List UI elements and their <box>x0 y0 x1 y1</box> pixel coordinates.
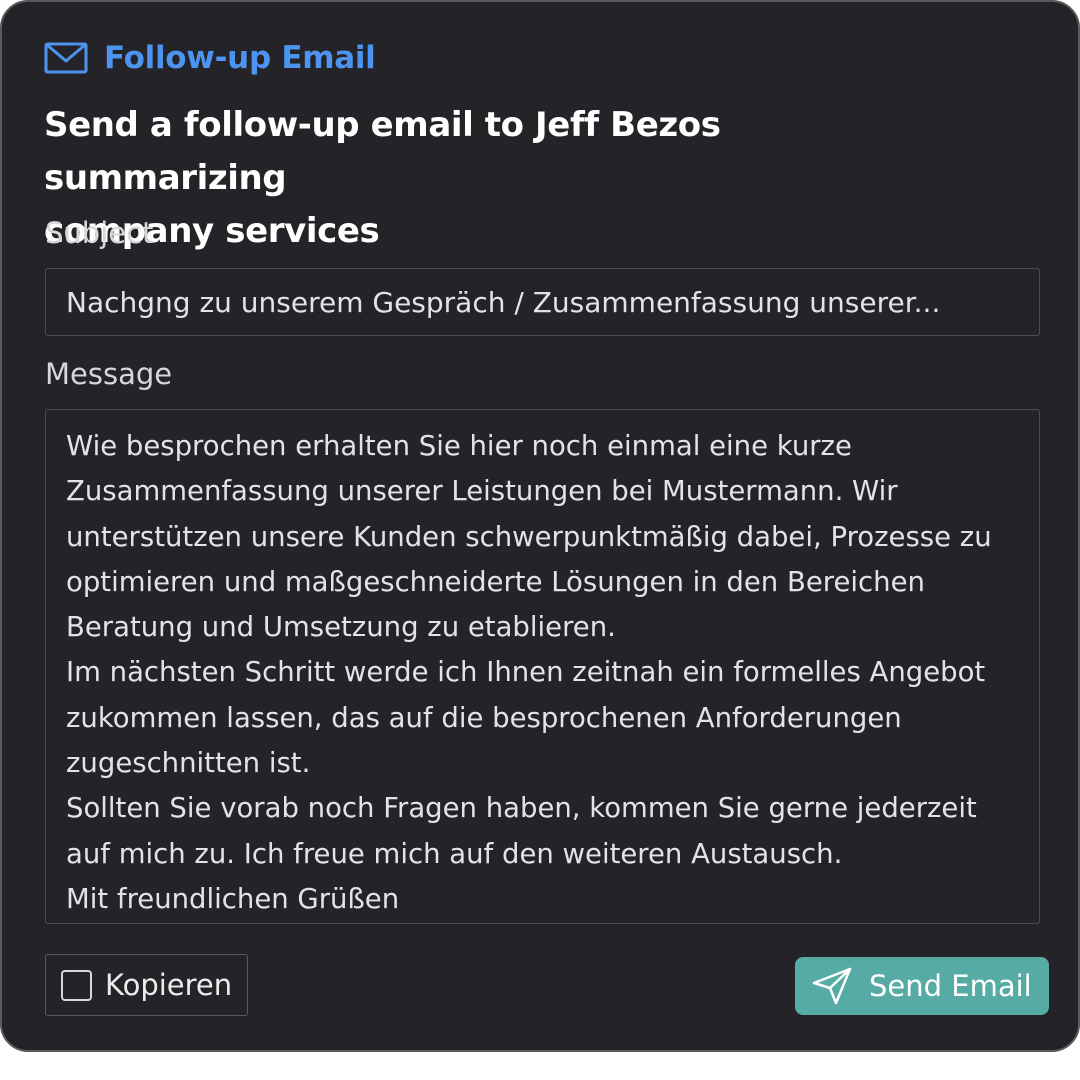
task-title: Send a follow-up email to Jeff Bezos sum… <box>44 99 944 258</box>
message-line: auf mich zu. Ich freue mich auf den weit… <box>66 837 843 870</box>
message-line: Sollten Sie vorab noch Fragen haben, kom… <box>66 792 977 825</box>
mail-icon <box>44 42 88 74</box>
message-line: Beratung und Umsetzung zu etablieren. <box>66 611 616 644</box>
message-line: Im nächsten Schritt werde ich Ihnen zeit… <box>66 656 986 689</box>
message-line: zugeschnitten ist. <box>66 747 311 780</box>
message-label: Message <box>45 357 173 391</box>
message-line: zukommen lassen, das auf die besprochene… <box>66 701 902 734</box>
message-line: Zusammenfassung unserer Leistungen bei M… <box>66 475 898 508</box>
task-title-line: Send a follow-up email to Jeff Bezos sum… <box>44 105 721 198</box>
card-header: Follow-up Email <box>44 38 376 78</box>
subject-input[interactable]: Nachgng zu unserem Gespräch / Zusammenfa… <box>45 268 1040 336</box>
send-label: Send Email <box>869 969 1032 1003</box>
task-title-line: company services <box>44 211 380 251</box>
message-line: Mit freundlichen Grüßen <box>66 882 400 915</box>
email-card: Follow-up Email Send a follow-up email t… <box>0 0 1080 1052</box>
copy-toggle[interactable]: Kopieren <box>45 954 248 1016</box>
message-line: optimieren und maßgeschneiderte Lösungen… <box>66 565 925 598</box>
subject-label: Subject <box>45 216 154 250</box>
message-textarea[interactable]: Wie besprochen erhalten Sie hier noch ei… <box>45 409 1040 924</box>
send-icon <box>811 966 853 1006</box>
message-line: Wie besprochen erhalten Sie hier noch ei… <box>66 430 852 462</box>
message-line: unterstützen unsere Kunden schwerpunktmä… <box>66 520 992 553</box>
copy-checkbox[interactable] <box>61 969 92 1001</box>
header-title: Follow-up Email <box>104 40 376 76</box>
copy-label: Kopieren <box>105 968 233 1002</box>
send-email-button[interactable]: Send Email <box>795 957 1049 1015</box>
